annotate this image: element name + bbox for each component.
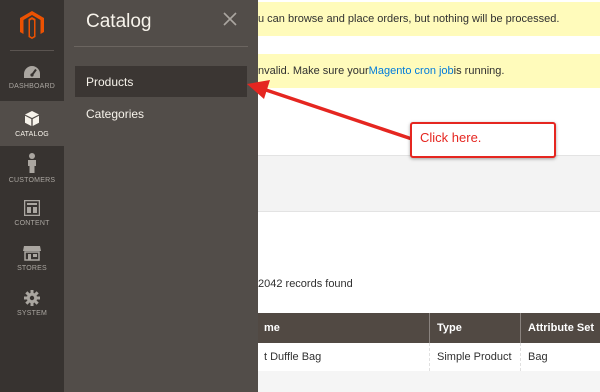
admin-page: u can browse and place orders, but nothi… [0,0,600,392]
cell-name: t Duffle Bag [264,351,322,363]
system-message-1-text: u can browse and place orders, but nothi… [258,13,560,25]
filters-bar [258,155,600,212]
magento-logo[interactable] [0,0,64,50]
person-icon [28,153,36,173]
catalog-flyout-menu: Catalog Products Categories [64,0,258,392]
nav-catalog-label: CATALOG [15,130,49,138]
menu-item-products-label: Products [86,74,134,89]
column-name-header[interactable]: me [257,313,427,343]
gear-icon [24,290,40,306]
nav-stores-label: STORES [17,265,47,272]
content-icon [24,200,40,216]
cell-attribute-set: Bag [520,343,600,371]
nav-system-label: SYSTEM [17,310,47,317]
nav-content-label: CONTENT [14,220,50,227]
cube-icon [25,110,39,126]
nav-customers[interactable]: CUSTOMERS [0,146,64,191]
annotation-callout: Click here. [410,122,556,158]
system-message-2-text: nvalid. Make sure your [258,65,369,77]
column-type-header[interactable]: Type [429,313,520,343]
nav-stores[interactable]: STORES [0,236,64,281]
dashboard-icon [24,66,40,78]
system-message-1: u can browse and place orders, but nothi… [258,2,600,36]
system-message-2: nvalid. Make sure your Magento cron job … [258,54,600,88]
nav-customers-label: CUSTOMERS [8,177,56,184]
grid-header: me Type Attribute Set [258,313,600,343]
column-attribute-set-header[interactable]: Attribute Set [520,313,600,343]
cron-job-link[interactable]: Magento cron job [369,65,454,77]
menu-item-categories-label: Categories [86,106,145,121]
cell-type: Simple Product [429,343,520,371]
system-message-2-suffix: is running. [453,65,505,77]
nav-dashboard[interactable]: DASHBOARD [0,55,64,100]
close-icon[interactable] [222,11,238,27]
flyout-title: Catalog [86,11,152,32]
table-row[interactable] [258,371,600,392]
nav-content[interactable]: CONTENT [0,191,64,236]
annotation-text: Click here. [420,130,482,145]
flyout-divider [74,46,248,47]
logo-divider [10,50,54,51]
nav-dashboard-label: DASHBOARD [8,83,56,90]
nav-catalog[interactable]: CATALOG [0,101,64,146]
main-content: u can browse and place orders, but nothi… [258,0,600,392]
magento-logo-icon [20,11,44,39]
menu-item-categories[interactable]: Categories [75,98,247,129]
admin-sidebar: DASHBOARD CATALOG CUSTOMERS CONTENT STOR… [0,0,64,392]
records-count: 2042 records found [258,278,353,290]
menu-item-products[interactable]: Products [75,66,247,97]
store-icon [23,246,41,261]
nav-system[interactable]: SYSTEM [0,281,64,326]
table-row[interactable]: t Duffle Bag Simple Product Bag [258,343,600,371]
